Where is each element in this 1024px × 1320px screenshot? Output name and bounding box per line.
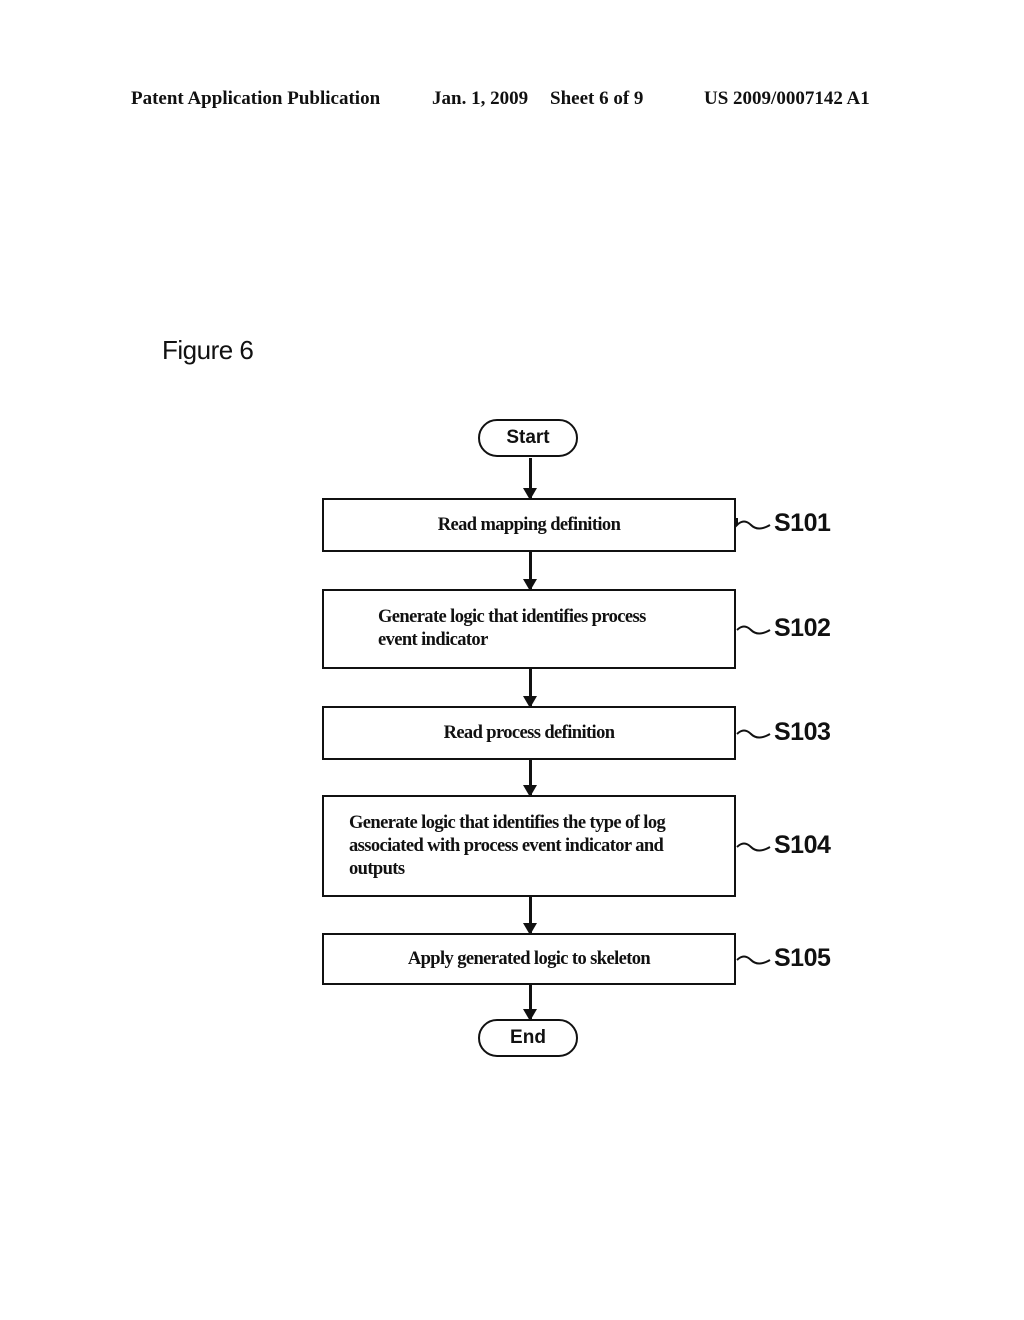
end-label: End	[510, 1027, 546, 1048]
step-id-s102: S102	[774, 614, 831, 642]
arrow-s105-end	[523, 985, 537, 1021]
arrow-s103-s104	[523, 760, 537, 797]
patent-number: US 2009/0007142 A1	[704, 88, 870, 109]
step-id-s101: S101	[774, 509, 831, 537]
arrow-s102-s103	[523, 669, 537, 708]
step-text-s105: Apply generated logic to skeleton	[407, 948, 651, 969]
step-box-s102: Generate logic that identifies process e…	[322, 589, 736, 669]
start-label: Start	[506, 427, 550, 448]
step-label-s105: S105	[736, 944, 831, 973]
step-text-s101: Read mapping definition	[437, 514, 621, 535]
end-terminal: End	[478, 1019, 578, 1057]
figure-title: Figure 6	[162, 335, 254, 365]
step-label-s104: S104	[736, 831, 831, 860]
leader-line-icon	[736, 729, 771, 738]
step-box-s105: Apply generated logic to skeleton	[322, 933, 736, 985]
step-box-s101: Read mapping definition	[322, 498, 736, 552]
start-terminal: Start	[478, 419, 578, 457]
arrow-s101-s102	[523, 552, 537, 591]
leader-line-icon	[736, 517, 771, 529]
step-id-s104: S104	[774, 831, 831, 859]
step-label-s101: S101	[736, 509, 831, 538]
step-text-s103: Read process definition	[443, 722, 615, 743]
publication-date: Jan. 1, 2009	[432, 88, 529, 109]
arrow-s104-s105	[523, 897, 537, 935]
step-text-s102: Generate logic that identifies process e…	[378, 607, 646, 650]
leader-line-icon	[736, 842, 771, 851]
step-text-s104: Generate logic that identifies the type …	[349, 812, 666, 879]
step-box-s103: Read process definition	[322, 706, 736, 760]
publication-label: Patent Application Publication	[131, 88, 381, 109]
step-label-s102: S102	[736, 614, 831, 643]
step-id-s103: S103	[774, 718, 831, 746]
step-label-s103: S103	[736, 718, 831, 747]
leader-line-icon	[736, 955, 771, 964]
arrow-start-s101	[523, 458, 537, 500]
leader-line-icon	[736, 625, 771, 634]
step-box-s104: Generate logic that identifies the type …	[322, 795, 736, 897]
sheet-number: Sheet 6 of 9	[550, 88, 644, 109]
step-id-s105: S105	[774, 944, 831, 972]
